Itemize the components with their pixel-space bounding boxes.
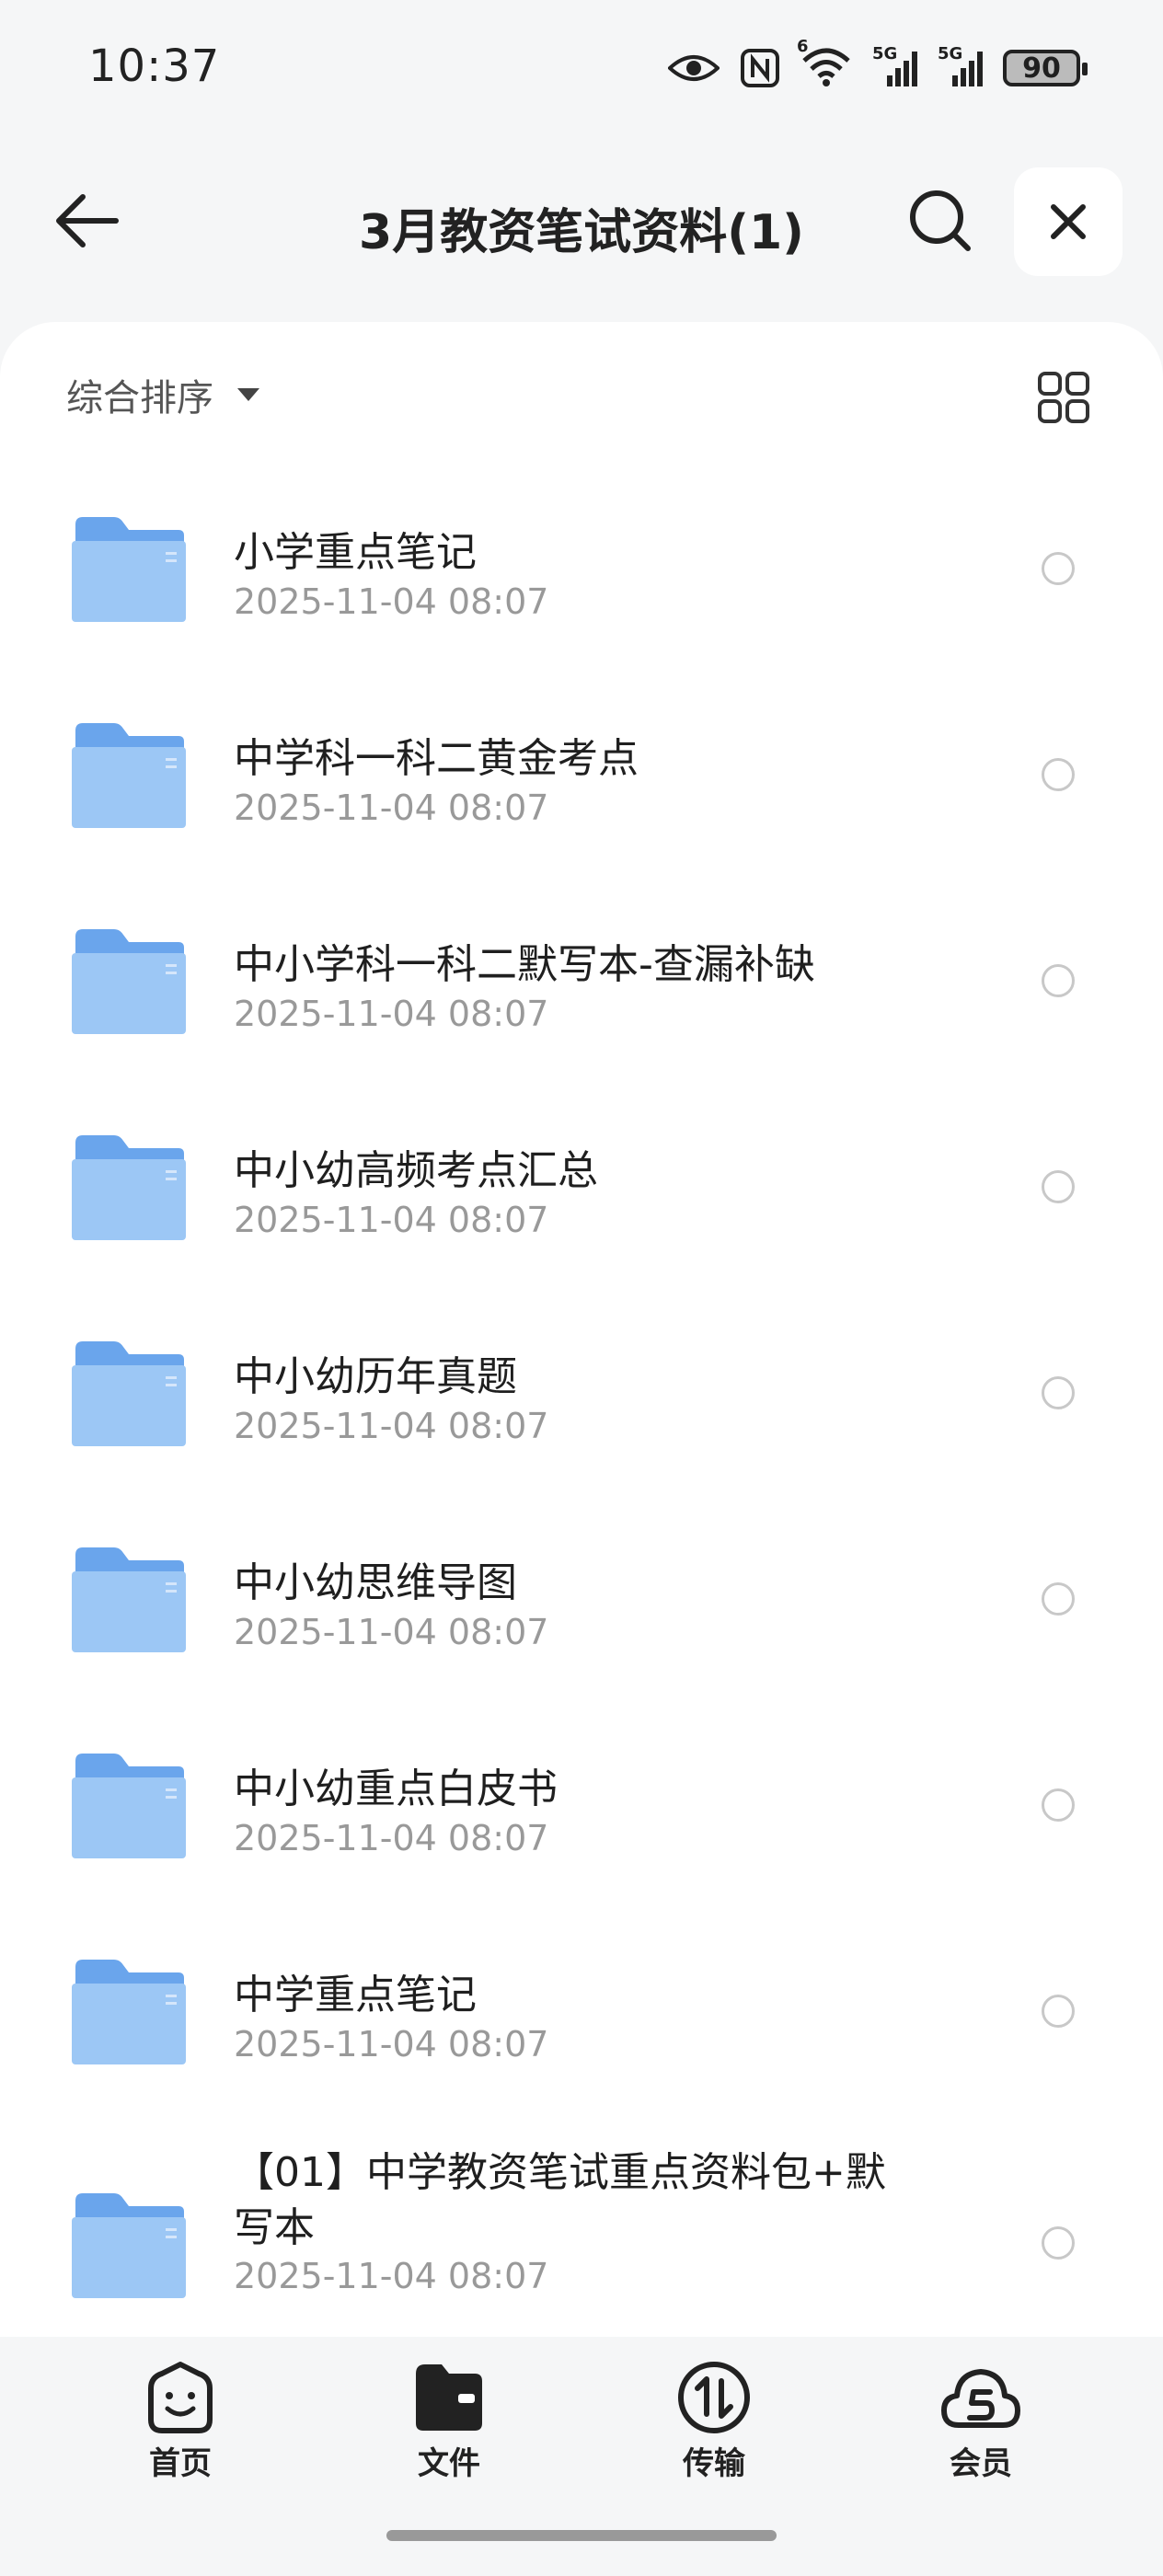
select-radio[interactable] [1042,1788,1075,1822]
select-radio[interactable] [1042,758,1075,791]
folder-icon [72,723,186,828]
list-item[interactable]: 中小幼高频考点汇总 2025-11-04 08:07 [0,1087,1163,1294]
eye-icon [668,55,720,81]
select-radio[interactable] [1042,1582,1075,1616]
file-list-panel: 综合排序 小学重点笔记 2025-11-04 08:07 中学科一科二黄金考点 … [0,322,1163,2346]
file-date: 2025-11-04 08:07 [234,788,549,828]
nav-files-label: 文件 [418,2445,480,2482]
nfc-icon [741,49,779,87]
folder-icon [72,1341,186,1446]
nav-transfer-label: 传输 [683,2445,745,2482]
search-button[interactable] [904,184,977,258]
status-bar: 10:37 6 5G 5G 90 [0,0,1163,147]
list-item[interactable]: 中学科一科二黄金考点 2025-11-04 08:07 [0,675,1163,881]
signal-icon: 5G [872,44,917,86]
close-button[interactable] [1014,167,1123,276]
file-name: 中学重点笔记 [234,1972,477,2018]
transfer-icon [678,2362,750,2433]
folder-icon [72,1135,186,1240]
file-name: 中小幼重点白皮书 [234,1765,558,1812]
list-item[interactable]: 小学重点笔记 2025-11-04 08:07 [0,469,1163,675]
select-radio[interactable] [1042,1170,1075,1203]
signal-icon: 5G [938,44,983,86]
list-item[interactable]: 中小幼历年真题 2025-11-04 08:07 [0,1294,1163,1500]
chevron-down-icon [237,388,259,401]
signal-label: 5G [938,44,963,63]
battery-icon: 90 [1003,50,1088,86]
home-indicator[interactable] [386,2530,777,2541]
folder-icon [72,1754,186,1858]
search-icon [910,190,971,251]
file-name: 中小学科一科二默写本-查漏补缺 [234,941,815,988]
cloud-vip-icon [941,2369,1020,2428]
nav-home[interactable]: 首页 [107,2361,254,2483]
file-name: 中小幼高频考点汇总 [234,1147,598,1194]
list-item[interactable]: 中学重点笔记 2025-11-04 08:07 [0,1912,1163,2118]
file-name: 小学重点笔记 [234,529,477,576]
list-item[interactable]: 【01】中学教资笔试重点资料包+默写本 2025-11-04 08:07 [0,2118,1163,2324]
file-date: 2025-11-04 08:07 [234,1200,549,1240]
folder-icon [72,1547,186,1652]
grid-view-icon [1038,372,1089,423]
select-radio[interactable] [1042,964,1075,997]
file-date: 2025-11-04 08:07 [234,1818,549,1858]
select-radio[interactable] [1042,2226,1075,2260]
list-item[interactable]: 中小幼重点白皮书 2025-11-04 08:07 [0,1706,1163,1912]
folder-icon [72,929,186,1034]
sort-label: 综合排序 [66,377,213,420]
smiley-home-icon [148,2362,213,2433]
wifi-icon: 6 [797,37,852,90]
folder-filled-icon [416,2364,482,2431]
nav-transfer[interactable]: 传输 [640,2361,788,2483]
file-date: 2025-11-04 08:07 [234,1612,549,1652]
battery-level: 90 [1022,52,1061,85]
list-item[interactable]: 中小幼思维导图 2025-11-04 08:07 [0,1500,1163,1706]
file-date: 2025-11-04 08:07 [234,994,549,1034]
nav-home-label: 首页 [149,2445,212,2482]
folder-icon [72,2193,186,2298]
file-date: 2025-11-04 08:07 [234,1406,549,1446]
grid-view-button[interactable] [1036,370,1091,425]
file-date: 2025-11-04 08:07 [234,581,549,622]
status-time: 10:37 [88,40,221,92]
file-date: 2025-11-04 08:07 [234,2256,549,2296]
select-radio[interactable] [1042,552,1075,585]
top-nav: 3月教资笔试资料(1) [0,147,1163,322]
close-icon [1051,204,1086,239]
folder-icon [72,517,186,622]
status-icons: 6 5G 5G 90 [668,37,1088,90]
folder-icon [72,1960,186,2064]
sort-dropdown[interactable]: 综合排序 [66,368,259,421]
file-name: 中小幼思维导图 [234,1559,517,1606]
nav-files[interactable]: 文件 [375,2361,523,2483]
file-name: 中学科一科二黄金考点 [234,735,639,782]
file-name: 中小幼历年真题 [234,1353,517,1400]
nav-vip-label: 会员 [950,2445,1012,2482]
wifi-label: 6 [797,37,809,56]
page-title: 3月教资笔试资料(1) [359,205,804,260]
nav-vip[interactable]: 会员 [907,2361,1054,2483]
select-radio[interactable] [1042,1995,1075,2028]
signal-label: 5G [872,44,898,63]
file-date: 2025-11-04 08:07 [234,2024,549,2064]
file-list: 小学重点笔记 2025-11-04 08:07 中学科一科二黄金考点 2025-… [0,469,1163,2324]
select-radio[interactable] [1042,1376,1075,1409]
file-name: 【01】中学教资笔试重点资料包+默写本 [234,2149,886,2251]
list-item[interactable]: 中小学科一科二默写本-查漏补缺 2025-11-04 08:07 [0,881,1163,1087]
